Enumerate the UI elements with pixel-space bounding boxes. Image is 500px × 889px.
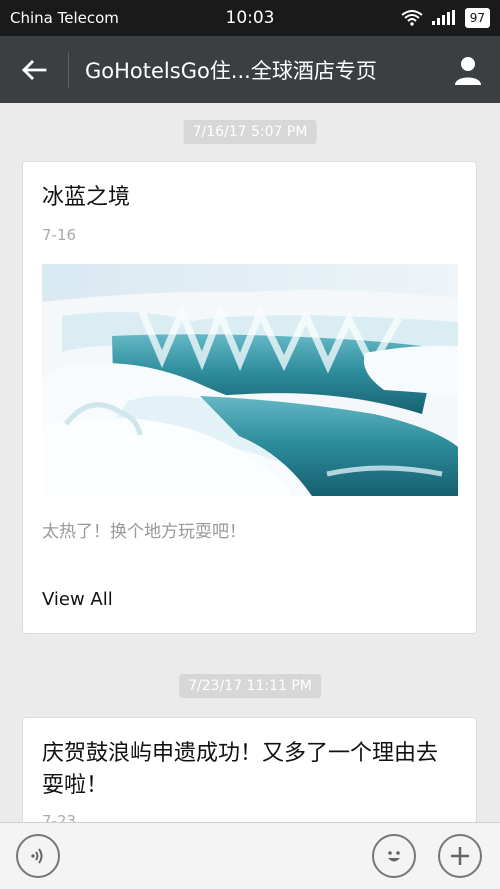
profile-button[interactable]: [436, 54, 500, 86]
article-title: 庆贺鼓浪屿申遗成功！又多了一个理由去耍啦！: [42, 741, 439, 798]
profile-icon: [455, 56, 481, 85]
plus-icon: [451, 847, 469, 865]
timestamp-pill: 7/23/17 11:11 PM: [179, 674, 321, 698]
article-date: 7-16: [42, 226, 77, 244]
nav-divider: [68, 51, 69, 88]
article-title: 冰蓝之境: [42, 185, 131, 210]
view-all-link[interactable]: View All: [42, 589, 113, 610]
emoji-icon: [388, 851, 400, 862]
status-bar: China Telecom 10:03 97: [0, 0, 500, 36]
article-card[interactable]: 冰蓝之境 7-16 太热了！换个地方玩耍吧！ View All: [22, 161, 477, 634]
article-date: 7-23: [42, 812, 77, 822]
back-arrow-icon: [22, 59, 47, 80]
battery-level: 97: [464, 8, 490, 28]
voice-button[interactable]: [16, 834, 60, 878]
back-button[interactable]: [0, 36, 68, 103]
article-card[interactable]: 庆贺鼓浪屿申遗成功！又多了一个理由去耍啦！ 7-23: [22, 717, 477, 822]
nav-bar: GoHotelsGo住...全球酒店专页: [0, 36, 500, 103]
signal-icon: [431, 10, 455, 25]
carrier-label: China Telecom: [10, 9, 119, 27]
page-title: GoHotelsGo住...全球酒店专页: [85, 58, 377, 83]
article-description: 太热了！换个地方玩耍吧！: [42, 522, 246, 542]
frozen-waterfall-image: [42, 264, 458, 496]
input-toolbar: [0, 822, 500, 889]
voice-icon: [31, 848, 43, 864]
message-list[interactable]: 7/16/17 5:07 PM 冰蓝之境 7-16 太热了！换个地方玩耍吧！ V…: [0, 103, 500, 822]
add-button[interactable]: [438, 834, 482, 878]
emoji-button[interactable]: [372, 834, 416, 878]
wifi-icon: [401, 10, 423, 26]
clock: 10:03: [225, 8, 275, 28]
timestamp-pill: 7/16/17 5:07 PM: [183, 120, 317, 144]
